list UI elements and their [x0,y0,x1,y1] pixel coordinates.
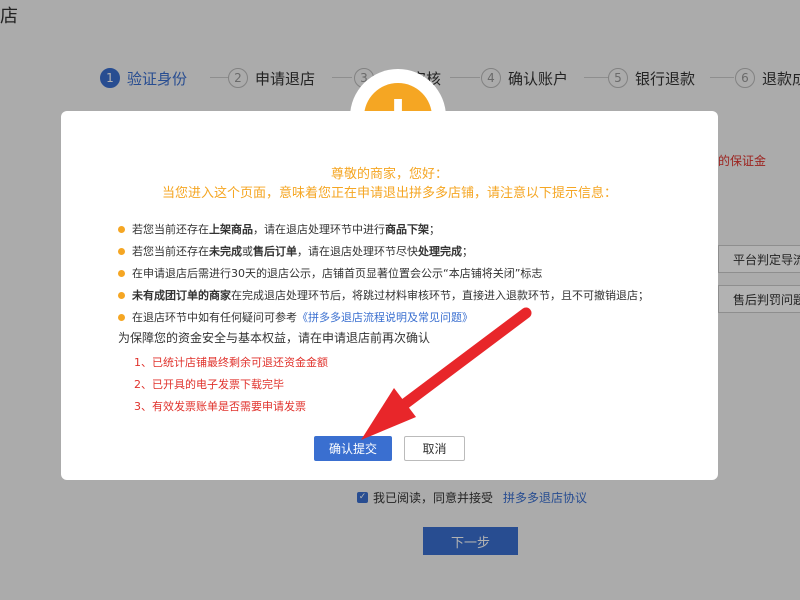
bullet-icon [118,225,125,233]
tip-text: ，请在退店处理环节中进行 [253,223,385,236]
tip-item: 若您当前还存在 未完成或售后订单 ，请在退店处理环节尽快 处理完成； [118,240,718,262]
tip-item: 未有成团订单的商家 在完成退店处理环节后，将跳过材料审核环节，直接进入退款环节，且… [118,284,718,306]
tip-text: ，请在退店处理环节尽快 [297,245,418,258]
tip-text: 在完成退店处理环节后，将跳过材料审核环节，直接进入退款环节，且不可撤销退店； [231,289,649,302]
checklist-item: 1、已统计店铺最终剩余可退还资金金额 [134,356,328,369]
tip-text: 或 [242,245,253,258]
bullet-icon [118,247,125,255]
tip-text: 若您当前还存在 [132,245,209,258]
tip-text: 若您当前还存在 [132,223,209,236]
checklist-item: 3、有效发票账单是否需要申请发票 [134,400,306,413]
checklist-item: 2、已开具的电子发票下载完毕 [134,378,284,391]
tip-item: 在申请退店后需进行30天的退店公示，店铺首页显著位置会公示“本店铺将关闭”标志 [118,262,718,284]
confirm-submit-button[interactable]: 确认提交 [314,436,392,461]
tip-emphasis: 上架商品 [209,223,253,236]
bullet-icon [118,269,125,277]
close-shop-notice-dialog: 尊敬的商家，您好： 当您进入这个页面，意味着您正在申请退出拼多多店铺，请注意以下… [61,111,718,480]
reconfirm-text: 为保障您的资金安全与基本权益，请在申请退店前再次确认 [118,331,431,345]
tip-emphasis: 未有成团订单的商家 [132,289,231,302]
tip-text: ； [462,245,473,258]
dialog-greeting: 尊敬的商家，您好： [330,167,448,182]
tip-emphasis: 商品下架 [385,223,429,236]
tip-text: 在退店环节中如有任何疑问可参考 [132,311,297,324]
confirm-checklist: 1、已统计店铺最终剩余可退还资金金额 2、已开具的电子发票下载完毕 3、有效发票… [134,352,328,418]
tips-list: 若您当前还存在 上架商品 ，请在退店处理环节中进行 商品下架； 若您当前还存在 未完成或… [118,218,718,328]
tip-item: 若您当前还存在 上架商品 ，请在退店处理环节中进行 商品下架； [118,218,718,240]
tip-emphasis: 处理完成 [418,245,462,258]
dialog-intro: 当您进入这个页面，意味着您正在申请退出拼多多店铺，请注意以下提示信息： [161,186,617,201]
tip-emphasis: 未完成 [209,245,242,258]
tip-item: 在退店环节中如有任何疑问可参考 《拼多多退店流程说明及常见问题》 [118,306,718,328]
tip-text: 在申请退店后需进行30天的退店公示，店铺首页显著位置会公示“本店铺将关闭”标志 [132,267,543,280]
tip-text: ； [429,223,440,236]
tip-emphasis: 售后订单 [253,245,297,258]
bullet-icon [118,313,125,321]
bullet-icon [118,291,125,299]
cancel-button[interactable]: 取消 [404,436,465,461]
faq-link[interactable]: 《拼多多退店流程说明及常见问题》 [297,309,473,325]
